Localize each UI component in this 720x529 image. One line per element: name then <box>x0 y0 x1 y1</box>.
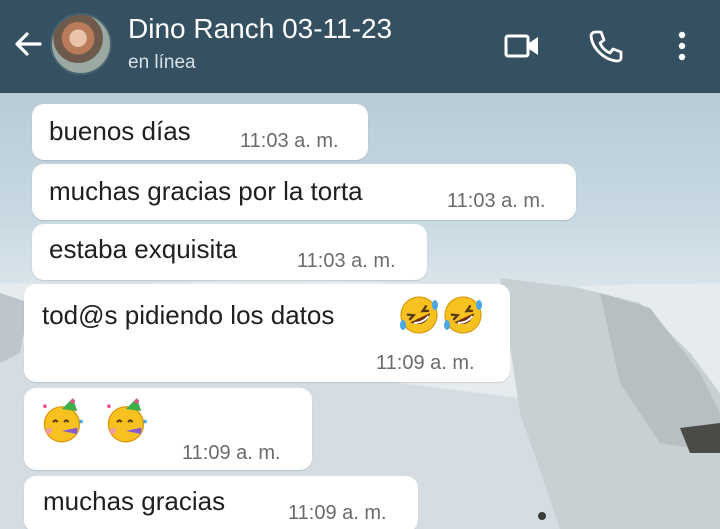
message-text: estaba exquisita <box>49 234 237 264</box>
message-text: muchas gracias <box>43 486 226 516</box>
message-time: 11:03 a. m. <box>297 250 396 272</box>
more-vert-icon[interactable] <box>664 26 704 66</box>
avatar[interactable] <box>50 13 112 75</box>
message-time: 11:03 a. m. <box>240 130 339 152</box>
partying-face-emoji <box>107 398 147 443</box>
message-bubble[interactable]: 11:09 a. m. <box>24 388 312 470</box>
rolling-on-floor-laughing-emoji <box>444 296 482 334</box>
phone-call-icon[interactable] <box>586 26 626 66</box>
message-time: 11:09 a. m. <box>288 502 387 524</box>
message-text: tod@s pidiendo los datos <box>42 300 335 330</box>
online-status: en línea <box>128 52 196 73</box>
video-call-icon[interactable] <box>502 26 542 66</box>
message-text: buenos días <box>49 116 191 146</box>
message-bubble[interactable]: buenos días 11:03 a. m. <box>32 104 368 160</box>
message-bubble[interactable]: muchas gracias por la torta 11:03 a. m. <box>32 164 576 220</box>
message-time: 11:03 a. m. <box>447 190 546 212</box>
chat-header: Dino Ranch 03-11-23 en línea <box>0 0 720 93</box>
arrow-back-icon[interactable] <box>10 26 46 62</box>
rolling-on-floor-laughing-emoji <box>400 296 438 334</box>
partying-face-emoji <box>43 398 83 443</box>
message-text: muchas gracias por la torta <box>49 176 363 206</box>
message-bubble[interactable]: estaba exquisita 11:03 a. m. <box>32 224 427 280</box>
message-bubble[interactable]: tod@s pidiendo los datos 11:09 a. m. <box>24 284 510 382</box>
chat-title[interactable]: Dino Ranch 03-11-23 <box>128 13 392 45</box>
message-time: 11:09 a. m. <box>376 352 475 374</box>
message-bubble[interactable]: muchas gracias 11:09 a. m. <box>24 476 418 529</box>
message-time: 11:09 a. m. <box>182 442 281 464</box>
